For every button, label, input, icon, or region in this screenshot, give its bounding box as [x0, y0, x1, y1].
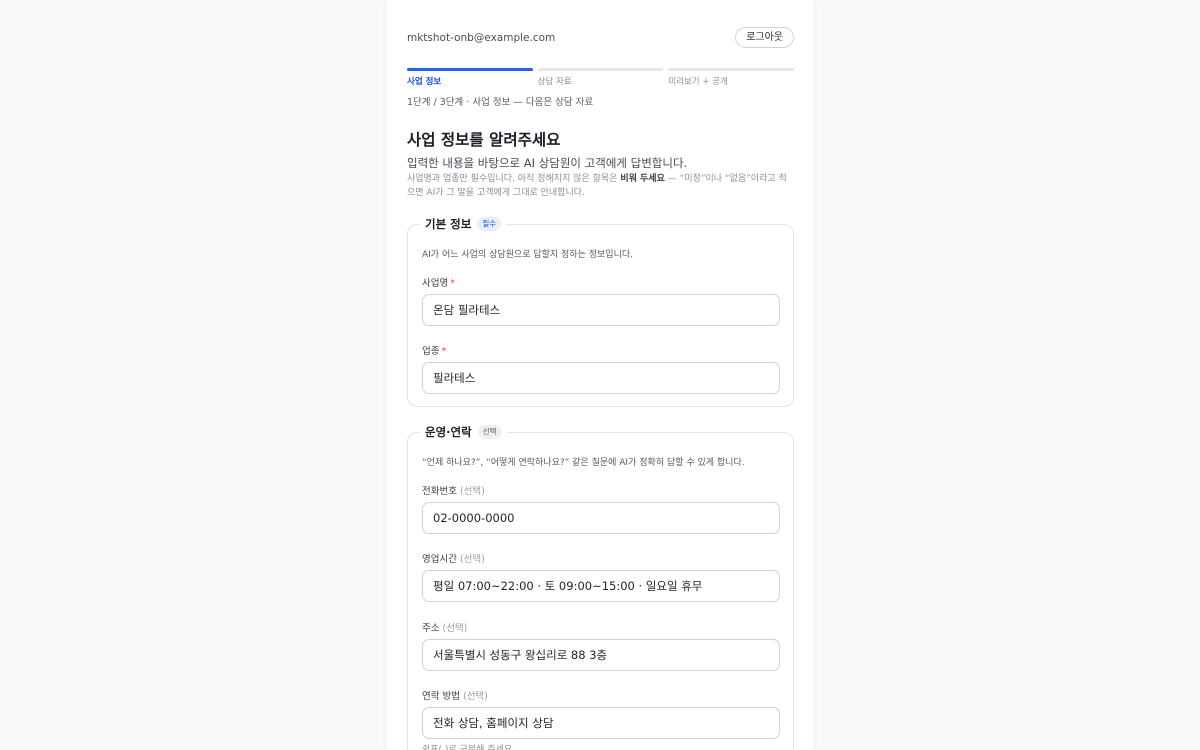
label-text: 연락 방법	[422, 691, 460, 702]
step-consult-materials: 상담 자료	[537, 68, 664, 87]
page-subtitle: 입력한 내용을 바탕으로 AI 상담원이 고객에게 답변합니다.	[407, 156, 688, 170]
contact-method-label: 연락 방법 (선택)	[422, 688, 488, 702]
operations-contact-section: 운영·연락 선택 “언제 하나요?”, “어떻게 연락하나요?” 같은 질문에 …	[407, 424, 794, 750]
contact-method-input[interactable]	[422, 707, 780, 739]
step-label: 미리보기 + 공개	[668, 77, 728, 87]
step-business-info: 사업 정보	[407, 68, 533, 87]
label-text: 업종	[422, 346, 440, 357]
label-text: 사업명	[422, 278, 449, 289]
optional-badge: 선택	[477, 425, 502, 439]
top-bar: mktshot-onb@example.com 로그아웃	[407, 27, 794, 48]
industry-label: 업종 *	[422, 343, 446, 357]
address-label: 주소 (선택)	[422, 620, 467, 634]
hours-label: 영업시간 (선택)	[422, 551, 485, 565]
page-title: 사업 정보를 알려주세요	[407, 131, 561, 149]
section-description: AI가 어느 사업의 상담원으로 답할지 정하는 정보입니다.	[422, 250, 633, 260]
user-email: mktshot-onb@example.com	[407, 31, 556, 44]
contact-method-helper: 쉼표(,)로 구분해 주세요	[422, 745, 513, 750]
page-hint: 사업명과 업종만 필수입니다. 아직 정해지지 않은 항목은 비워 두세요 — …	[407, 173, 792, 200]
hint-emphasis: 비워 두세요	[620, 174, 665, 184]
label-text: 전화번호	[422, 486, 457, 497]
step-label: 사업 정보	[407, 77, 442, 87]
section-title: 운영·연락	[425, 425, 472, 439]
required-badge: 필수	[477, 217, 502, 231]
phone-input[interactable]	[422, 502, 780, 534]
section-description: “언제 하나요?”, “어떻게 연락하나요?” 같은 질문에 AI가 정확히 답…	[422, 458, 745, 468]
hours-input[interactable]	[422, 570, 780, 602]
industry-input[interactable]	[422, 362, 780, 394]
required-mark: *	[441, 346, 447, 357]
label-text: 주소	[422, 623, 440, 634]
address-input[interactable]	[422, 639, 780, 671]
step-preview-publish: 미리보기 + 공개	[668, 68, 795, 87]
progress-text: 1단계 / 3단계 · 사업 정보 — 다음은 상담 자료	[407, 97, 594, 108]
optional-tag: (선택)	[462, 691, 488, 702]
step-bar	[537, 68, 664, 71]
label-text: 영업시간	[422, 554, 457, 565]
optional-tag: (선택)	[459, 554, 485, 565]
optional-tag: (선택)	[459, 486, 485, 497]
step-bar	[668, 68, 795, 71]
basic-info-header: 기본 정보 필수	[420, 216, 507, 232]
basic-info-section: 기본 정보 필수 AI가 어느 사업의 상담원으로 답할지 정하는 정보입니다.…	[407, 216, 794, 407]
step-bar	[407, 68, 533, 71]
business-name-input[interactable]	[422, 294, 780, 326]
onboarding-card: mktshot-onb@example.com 로그아웃 사업 정보 상담 자료…	[387, 0, 813, 750]
hint-text: 사업명과 업종만 필수입니다. 아직 정해지지 않은 항목은	[407, 174, 621, 184]
section-title: 기본 정보	[425, 217, 472, 231]
step-label: 상담 자료	[537, 77, 572, 87]
business-name-label: 사업명 *	[422, 275, 455, 289]
required-mark: *	[450, 278, 455, 289]
phone-label: 전화번호 (선택)	[422, 483, 485, 497]
operations-header: 운영·연락 선택	[420, 424, 507, 440]
logout-button[interactable]: 로그아웃	[735, 27, 794, 48]
step-progress: 사업 정보 상담 자료 미리보기 + 공개	[407, 68, 795, 87]
optional-tag: (선택)	[442, 623, 468, 634]
